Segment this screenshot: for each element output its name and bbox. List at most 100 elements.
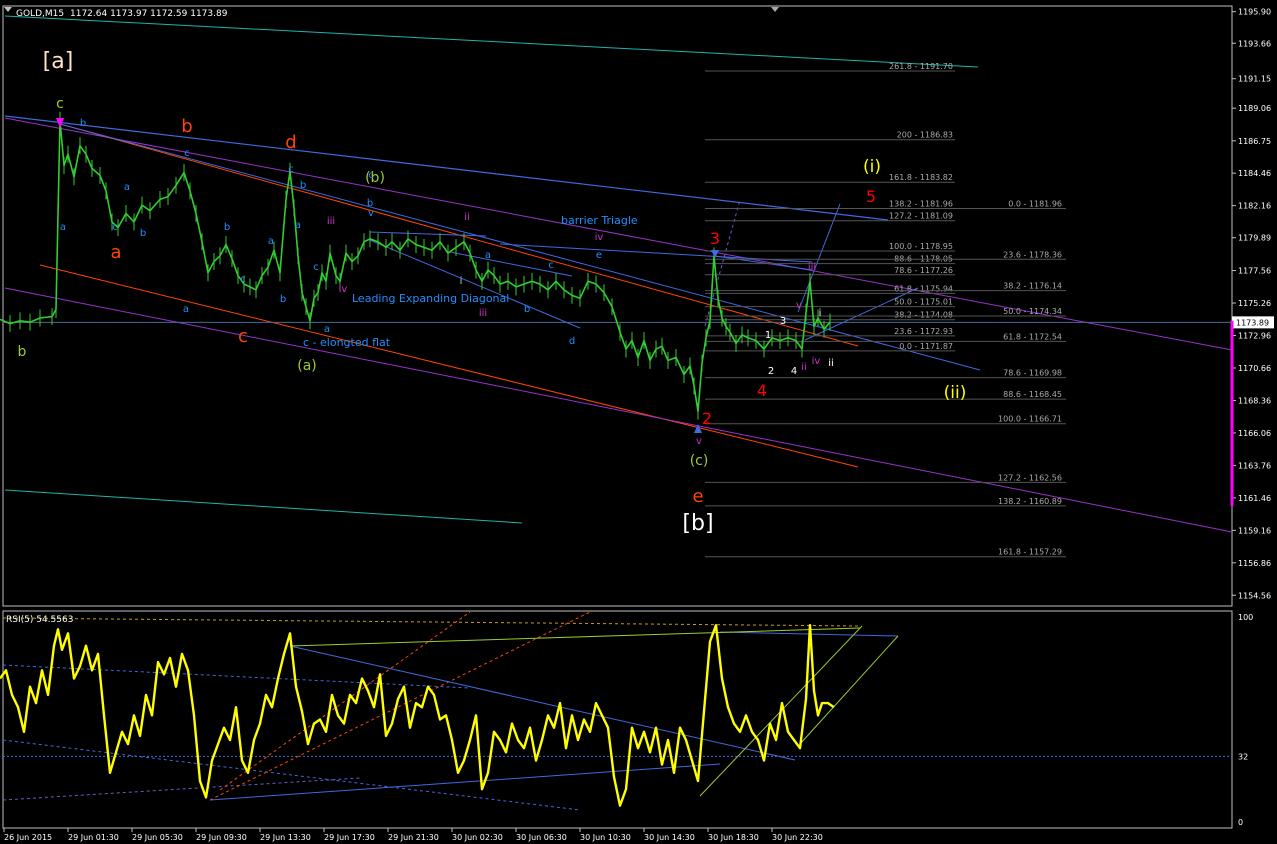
subwave-label: iii — [327, 216, 335, 227]
time-tick-label: 29 Jun 17:30 — [324, 833, 375, 842]
subwave-label: b — [80, 118, 86, 129]
price-tick-label: 1154.56 — [1238, 591, 1271, 600]
rsi-trend-line[interactable] — [289, 627, 861, 647]
fib-level-label: 38.2 - 1174.08 — [894, 311, 953, 320]
price-tick-label: 1166.06 — [1238, 429, 1271, 438]
fib-level-label: 127.2 - 1162.56 — [998, 473, 1062, 482]
wave-label: d — [285, 132, 296, 153]
trend-line[interactable] — [797, 203, 841, 313]
price-tick-label: 1170.66 — [1238, 364, 1271, 373]
fib-level-label: 161.8 - 1157.29 — [998, 548, 1062, 557]
subwave-label: c — [368, 170, 374, 181]
wave-label: [a] — [43, 49, 74, 74]
time-tick-label: 29 Jun 21:30 — [388, 833, 439, 842]
time-tick-label: 29 Jun 13:30 — [260, 833, 311, 842]
rsi-series-line — [0, 624, 835, 807]
rsi-trend-line[interactable] — [2, 739, 581, 811]
wave-label: (a) — [297, 358, 317, 374]
fib-level-label: 50.0 - 1175.01 — [894, 298, 953, 307]
subwave-label: 3 — [780, 316, 786, 327]
ohlc-readout: 1172.64 1173.97 1172.59 1173.89 — [70, 9, 228, 19]
trend-line[interactable] — [4, 15, 979, 68]
subwave-label: v — [696, 436, 702, 447]
subwave-label: iv — [339, 284, 348, 295]
wave-label: b — [18, 344, 27, 360]
annotation-text: Leading Expanding Diagonal — [352, 292, 509, 305]
wave-label: [b] — [682, 511, 713, 536]
fib-level-label: 61.8 - 1172.54 — [1003, 332, 1062, 341]
price-tick-label: 1193.66 — [1238, 39, 1271, 48]
subwave-label: c — [184, 148, 190, 159]
rsi-trend-line[interactable] — [209, 763, 721, 801]
fib-level-label: 0.0 - 1171.87 — [899, 342, 953, 351]
subwave-label: b — [224, 222, 230, 233]
fib-level-label: 88.6 - 1168.45 — [1003, 390, 1062, 399]
fib-level-label: 23.6 - 1178.36 — [1003, 250, 1062, 259]
current-price-label: 1173.89 — [1236, 318, 1269, 327]
time-tick-label: 30 Jun 14:30 — [644, 833, 695, 842]
wave-label: (c) — [690, 453, 709, 469]
chart-title: GOLD,M15 — [16, 9, 64, 19]
subwave-label: a — [324, 324, 330, 335]
subwave-label: iv — [812, 356, 821, 367]
rsi-trend-line[interactable] — [219, 611, 471, 791]
trend-line[interactable] — [59, 123, 981, 371]
rsi-trend-line[interactable] — [2, 617, 861, 627]
rsi-label: RSI(5) 54.5563 — [6, 615, 73, 625]
wave-label: c — [56, 96, 64, 112]
annotation-text: c - elongted flat — [303, 336, 391, 349]
fib-level-label: 0.0 - 1181.96 — [1008, 199, 1062, 208]
fib-level-label: 261.8 - 1191.70 — [889, 62, 953, 71]
price-tick-label: 1161.46 — [1238, 494, 1271, 503]
subwave-label: i — [819, 308, 822, 319]
wave-label: e — [692, 486, 703, 507]
wave-label: b — [181, 116, 192, 137]
subwave-label: a — [485, 250, 491, 261]
wave-label: (ii) — [944, 383, 967, 403]
subwave-label: c — [313, 262, 319, 273]
price-tick-label: 1159.16 — [1238, 526, 1271, 535]
subwave-label: b — [524, 304, 530, 315]
wave-label: 3 — [710, 229, 720, 248]
dropdown-triangle-icon[interactable] — [4, 7, 12, 12]
subwave-label: a — [60, 222, 66, 233]
annotation-text: barrier Triagle — [561, 214, 638, 227]
rsi-level-label: 32 — [1238, 752, 1248, 761]
time-tick-label: 29 Jun 01:30 — [68, 833, 119, 842]
time-tick-label: 30 Jun 02:30 — [452, 833, 503, 842]
subwave-label: b — [300, 180, 306, 191]
time-tick-label: 29 Jun 09:30 — [196, 833, 247, 842]
subwave-label: a — [268, 236, 274, 247]
trend-line[interactable] — [369, 231, 487, 237]
subwave-label: d — [569, 336, 575, 347]
subwave-label: iv — [595, 232, 604, 243]
subwave-label: a — [183, 304, 189, 315]
price-tick-label: 1163.76 — [1238, 461, 1271, 470]
rsi-trend-line[interactable] — [2, 777, 361, 801]
shift-marker-icon[interactable] — [771, 7, 779, 12]
subwave-label: ii — [828, 358, 834, 369]
subwave-label: 1 — [765, 330, 771, 341]
trend-line[interactable] — [4, 115, 889, 221]
subwave-label: c — [240, 274, 246, 285]
time-tick-label: 30 Jun 18:30 — [708, 833, 759, 842]
time-tick-label: 29 Jun 05:30 — [132, 833, 183, 842]
trend-line[interactable] — [4, 489, 523, 524]
fib-level-label: 38.2 - 1176.14 — [1003, 282, 1062, 291]
time-tick-label: 30 Jun 06:30 — [516, 833, 567, 842]
trend-line[interactable] — [714, 255, 813, 271]
trading-chart[interactable]: 261.8 - 1191.70 200 - 1186.83 161.8 - 1183… — [0, 0, 1277, 844]
rsi-level-label: 0 — [1238, 818, 1243, 827]
subwave-label: iii — [479, 308, 487, 319]
fib-level-label: 200 - 1186.83 — [897, 131, 953, 140]
subwave-label: 2 — [768, 366, 774, 377]
trend-line[interactable] — [4, 287, 1233, 533]
fib-level-label: 138.2 - 1160.89 — [998, 497, 1062, 506]
time-tick-label: 30 Jun 10:30 — [580, 833, 631, 842]
subwave-label: ii — [464, 212, 470, 223]
rsi-level-label: 100 — [1238, 613, 1253, 622]
subwave-label: b — [140, 228, 146, 239]
price-tick-label: 1168.36 — [1238, 396, 1271, 405]
subwave-label: v — [368, 208, 374, 219]
wave-label: 2 — [702, 409, 712, 428]
